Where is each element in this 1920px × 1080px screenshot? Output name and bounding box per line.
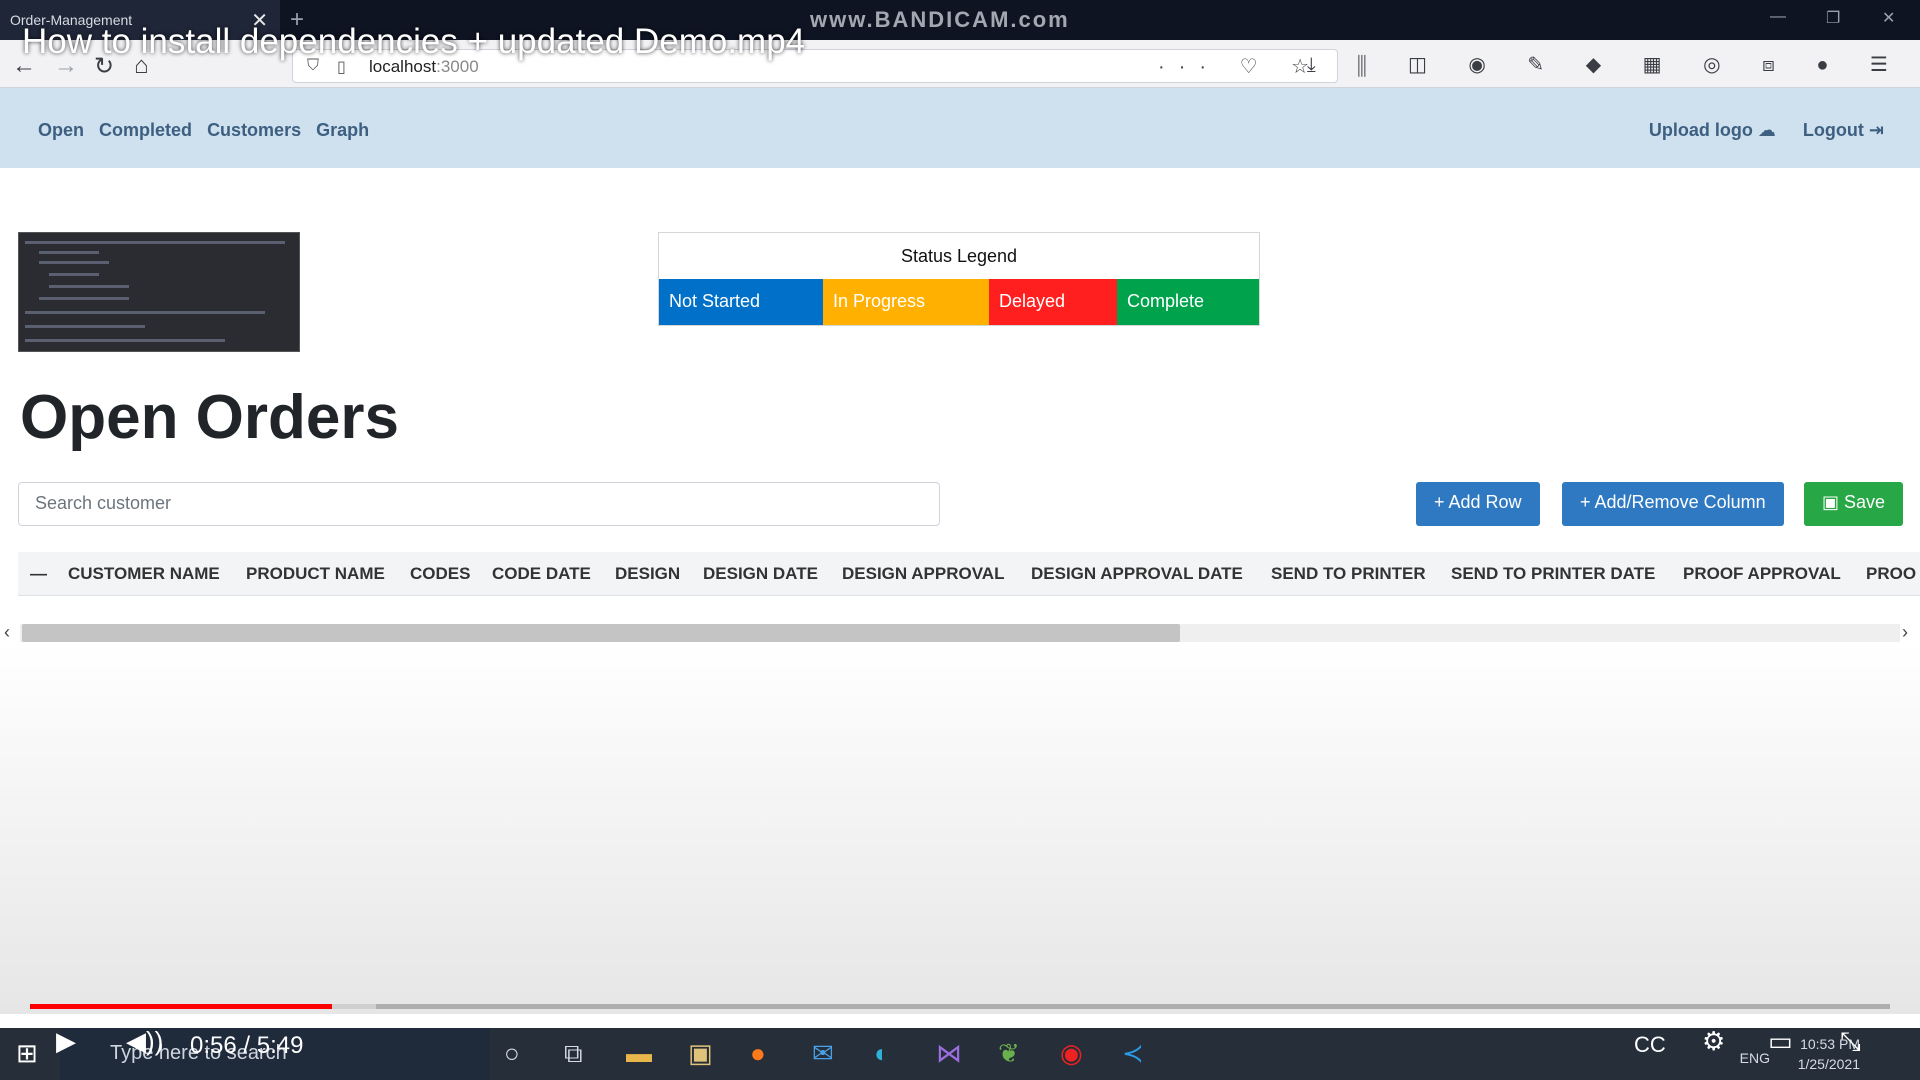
visual-studio-icon[interactable]: ⋈ [936, 1038, 962, 1069]
cortana-icon[interactable]: ○ [504, 1038, 520, 1069]
volume-icon[interactable]: ◀)) [126, 1026, 163, 1057]
save-button[interactable]: ▣ Save [1804, 482, 1904, 526]
browser-extension-icons[interactable]: ⤓ ⫼ ◫ ◉ ✎ ◆ ▦ ◎ ⧈ ● ☰ [1307, 52, 1906, 77]
scrollbar-thumb[interactable] [22, 624, 1180, 642]
nav-link-customers[interactable]: Customers [207, 120, 301, 140]
logout-label: Logout [1802, 120, 1864, 140]
column-header[interactable]: CODES [410, 564, 470, 584]
logout-link[interactable]: Logout ⇥ [1803, 120, 1884, 140]
legend-delayed: Delayed [989, 279, 1117, 325]
windows-start-icon[interactable]: ⊞ [16, 1038, 38, 1069]
column-header[interactable]: DESIGN APPROVAL [842, 564, 1004, 584]
captions-icon[interactable]: CC [1634, 1032, 1666, 1058]
nav-link-graph[interactable]: Graph [316, 120, 369, 140]
nav-link-completed[interactable]: Completed [99, 120, 192, 140]
table-horizontal-scrollbar[interactable]: ‹ › [0, 620, 1920, 644]
column-header[interactable]: DESIGN [615, 564, 680, 584]
company-logo-image [18, 232, 300, 352]
save-icon: ▣ [1822, 492, 1840, 512]
orders-table-header: — CUSTOMER NAME PRODUCT NAME CODES CODE … [18, 552, 1920, 596]
logout-icon: ⇥ [1868, 120, 1884, 140]
play-icon[interactable]: ▶ [56, 1026, 76, 1057]
task-view-icon[interactable]: ⧉ [564, 1038, 583, 1070]
screen: Order-Management ✕ + www.BANDICAM.com — … [0, 0, 1920, 1080]
column-header[interactable]: DESIGN APPROVAL DATE [1031, 564, 1243, 584]
video-title: How to install dependencies + updated De… [22, 22, 806, 61]
mail-icon[interactable]: ✉ [812, 1038, 834, 1069]
collapse-column-toggle[interactable]: — [30, 564, 47, 584]
add-row-button[interactable]: + Add Row [1416, 482, 1540, 526]
file-explorer-icon[interactable]: ▬ [626, 1038, 652, 1069]
settings-gear-icon[interactable]: ⚙ [1702, 1026, 1725, 1057]
column-header[interactable]: CODE DATE [492, 564, 591, 584]
legend-complete: Complete [1117, 279, 1259, 325]
cloud-upload-icon: ☁ [1757, 120, 1776, 140]
column-header[interactable]: SEND TO PRINTER [1271, 564, 1426, 584]
search-customer-input[interactable]: Search customer [18, 482, 940, 526]
add-remove-column-button[interactable]: + Add/Remove Column [1562, 482, 1784, 526]
status-legend-title: Status Legend [900, 246, 1018, 266]
app-navbar: Open Completed Customers Graph Upload lo… [0, 88, 1920, 168]
video-progress-bar[interactable] [30, 1004, 1890, 1009]
window-close-icon[interactable]: ✕ [1882, 8, 1895, 28]
vscode-icon[interactable]: ≺ [1122, 1038, 1144, 1069]
nav-right: Upload logo ☁ Logout ⇥ [1627, 120, 1884, 141]
upload-logo-link[interactable]: Upload logo ☁ [1649, 120, 1776, 140]
save-label: Save [1844, 492, 1886, 512]
spring-tool-icon[interactable]: ❦ [998, 1038, 1020, 1069]
column-header[interactable]: DESIGN DATE [703, 564, 818, 584]
bandicam-icon[interactable]: ◉ [1060, 1038, 1083, 1069]
legend-not-started: Not Started [659, 279, 823, 325]
exit-fullscreen-icon[interactable]: ⤡ [1840, 1026, 1861, 1058]
column-header[interactable]: CUSTOMER NAME [68, 564, 220, 584]
scroll-left-icon[interactable]: ‹ [4, 622, 10, 643]
nav-links: Open Completed Customers Graph [38, 120, 379, 141]
nav-link-open[interactable]: Open [38, 120, 84, 140]
video-played [30, 1004, 333, 1009]
column-header[interactable]: PROOF APPROVAL [1683, 564, 1841, 584]
video-lower-gradient [0, 644, 1920, 1014]
status-legend-row: Not Started In Progress Delayed Complete [659, 279, 1259, 325]
legend-in-progress: In Progress [823, 279, 989, 325]
status-legend: Status Legend Not Started In Progress De… [658, 232, 1260, 326]
recorder-watermark: www.BANDICAM.com [810, 7, 1070, 32]
miniplayer-icon[interactable]: ▭ [1768, 1026, 1793, 1057]
page-title: Open Orders [20, 383, 399, 452]
column-header[interactable]: SEND TO PRINTER DATE [1451, 564, 1655, 584]
column-header[interactable]: PRODUCT NAME [246, 564, 385, 584]
tray-lang: ENG [1739, 1050, 1770, 1066]
tray-clock-date: 1/25/2021 [1797, 1056, 1860, 1072]
column-header[interactable]: PROO [1866, 564, 1916, 584]
scroll-right-icon[interactable]: › [1902, 622, 1908, 643]
store-icon[interactable]: ▣ [688, 1038, 713, 1069]
address-tools[interactable]: ··· ♡ ☆ [1158, 54, 1323, 79]
minimize-icon[interactable]: — [1770, 8, 1786, 26]
firefox-icon[interactable]: ● [750, 1038, 766, 1069]
video-time: 0:56 / 5:49 [190, 1032, 304, 1059]
restore-icon[interactable]: ❐ [1826, 8, 1840, 28]
upload-logo-label: Upload logo [1648, 120, 1753, 140]
edge-icon[interactable]: ◐ [874, 1038, 890, 1069]
